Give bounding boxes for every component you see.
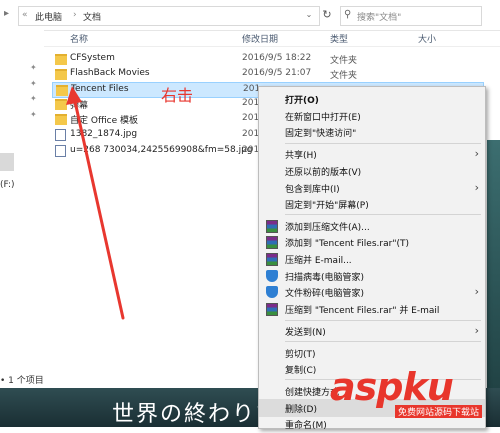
menu-item-label: 打开(O) [285, 96, 319, 106]
menu-item-label: 扫描病毒(电脑管家) [285, 273, 365, 283]
menu-separator [285, 143, 481, 144]
menu-item-restore-versions[interactable]: 还原以前的版本(V) [259, 162, 485, 180]
menu-item-share[interactable]: 共享(H) › [259, 145, 485, 163]
file-name: 弹幕 [70, 101, 89, 111]
image-file-icon [55, 145, 66, 157]
file-modified: 2016/9/5 21:07 [242, 68, 312, 78]
file-type: 文件夹 [330, 71, 358, 81]
menu-item-label: 固定到"快速访问" [285, 129, 357, 139]
menu-separator [285, 320, 481, 321]
menu-item-label: 包含到库中(I) [285, 185, 340, 195]
file-modified: 201 [242, 113, 260, 123]
file-modified: 2016/9/5 18:22 [242, 53, 312, 63]
nav-drive-f[interactable]: (F:) [0, 180, 15, 190]
menu-item-label: 压缩并 E-mail... [285, 256, 352, 266]
search-placeholder: 搜索"文档" [357, 13, 402, 23]
winrar-icon [266, 253, 278, 266]
submenu-arrow-icon: › [474, 324, 479, 337]
folder-icon [55, 99, 67, 110]
submenu-arrow-icon: › [474, 147, 479, 160]
submenu-arrow-icon: › [474, 181, 479, 194]
menu-item-label: 在新窗口中打开(E) [285, 113, 361, 123]
breadcrumb-separator: › [73, 10, 77, 20]
file-type: 文件夹 [330, 56, 358, 66]
menu-item-label: 共享(H) [285, 151, 317, 161]
photo-subtitle: 世界の終わりで [112, 402, 281, 427]
menu-item-pin-quick-access[interactable]: 固定到"快速访问" [259, 123, 485, 141]
column-header-type[interactable]: 类型 [330, 32, 348, 45]
shield-icon [266, 270, 278, 282]
pin-icon: ✦ [30, 79, 37, 88]
file-name: 1382_1874.jpg [70, 129, 138, 139]
folder-icon [55, 69, 67, 80]
menu-item-label: 固定到"开始"屏幕(P) [285, 201, 369, 211]
file-name: FlashBack Movies [70, 68, 150, 78]
breadcrumb-documents[interactable]: 文档 [83, 10, 101, 23]
image-file-icon [55, 129, 66, 141]
address-bar[interactable]: « 此电脑 › 文档 [18, 6, 320, 26]
file-modified: 201 [242, 145, 260, 155]
navigation-pane: ✦ ✦ ✦ ✦ [0, 30, 44, 427]
menu-separator [285, 214, 481, 215]
breadcrumb-overflow[interactable]: « [22, 10, 28, 20]
menu-item-add-to-rar[interactable]: 添加到 "Tencent Files.rar"(T) [259, 233, 485, 251]
column-header-name[interactable]: 名称 [70, 32, 88, 45]
nav-expand-icon[interactable]: ▸ [4, 8, 9, 19]
pin-icon: ✦ [30, 110, 37, 119]
menu-item-compress-email[interactable]: 压缩并 E-mail... [259, 250, 485, 268]
menu-item-pin-start[interactable]: 固定到"开始"屏幕(P) [259, 195, 485, 213]
background-photo [487, 140, 500, 427]
menu-item-open[interactable]: 打开(O) [259, 90, 485, 108]
folder-icon [55, 114, 67, 125]
menu-item-label: 添加到压缩文件(A)... [285, 223, 370, 233]
nav-selected-item[interactable] [0, 153, 14, 171]
file-name: u=268 730034,2425569908&fm=58.jpg [70, 145, 253, 155]
file-name: 自定 Office 模板 [70, 116, 138, 126]
file-modified: 201 [242, 98, 260, 108]
menu-item-label: 发送到(N) [285, 328, 326, 338]
pin-icon: ✦ [30, 94, 37, 103]
winrar-icon [266, 236, 278, 249]
menu-item-send-to[interactable]: 发送到(N) › [259, 322, 485, 340]
status-bar-count: • 1 个项目 [0, 376, 44, 386]
menu-item-label: 添加到 "Tencent Files.rar"(T) [285, 239, 409, 249]
annotation-label: 右击 [161, 86, 194, 105]
winrar-icon [266, 220, 278, 233]
winrar-icon [266, 303, 278, 316]
file-modified: 201 [242, 129, 260, 139]
menu-item-label: 重命名(M) [285, 421, 327, 431]
file-row-cfsystem[interactable]: CFSystem 2016/9/5 18:22 文件夹 [52, 52, 482, 66]
watermark-tagline: 免费网站源码下载站 [395, 405, 483, 418]
address-dropdown-icon[interactable]: ⌄ [302, 6, 316, 24]
file-row-flashback-movies[interactable]: FlashBack Movies 2016/9/5 21:07 文件夹 [52, 67, 482, 81]
search-input[interactable]: ⚲ 搜索"文档" [340, 6, 482, 26]
menu-item-label: 压缩到 "Tencent Files.rar" 并 E-mail [285, 306, 440, 316]
menu-item-label: 还原以前的版本(V) [285, 168, 362, 178]
header-divider [44, 46, 500, 47]
menu-item-label: 剪切(T) [285, 350, 316, 360]
search-icon: ⚲ [344, 9, 352, 20]
menu-item-label: 删除(D) [285, 405, 317, 415]
menu-item-label: 文件粉碎(电脑管家) [285, 289, 365, 299]
breadcrumb-this-pc[interactable]: 此电脑 [35, 10, 62, 23]
folder-icon [55, 54, 67, 65]
menu-separator [285, 341, 481, 342]
refresh-icon[interactable]: ↻ [319, 6, 335, 24]
file-name: Tencent Files [71, 84, 129, 94]
submenu-arrow-icon: › [474, 285, 479, 298]
menu-item-file-shredder[interactable]: 文件粉碎(电脑管家) › [259, 283, 485, 301]
folder-icon [56, 85, 68, 96]
watermark-logo: aspku [330, 365, 454, 409]
pin-icon: ✦ [30, 63, 37, 72]
file-name: CFSystem [70, 53, 115, 63]
column-header-size[interactable]: 大小 [418, 32, 436, 45]
menu-item-label: 复制(C) [285, 366, 317, 376]
shield-icon [266, 286, 278, 298]
column-header-modified[interactable]: 修改日期 [242, 32, 278, 45]
menu-item-compress-to-rar-email[interactable]: 压缩到 "Tencent Files.rar" 并 E-mail [259, 300, 485, 318]
